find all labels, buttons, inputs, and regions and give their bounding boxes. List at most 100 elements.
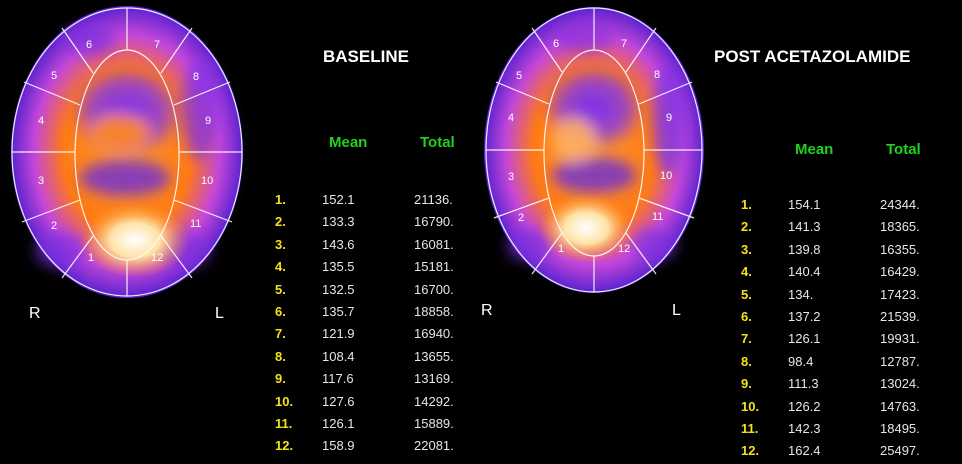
segment-label-6: 6 <box>553 38 559 50</box>
row-index: 6. <box>275 304 286 319</box>
row-index: 3. <box>741 241 752 257</box>
row-total-value: 15181. <box>414 259 454 275</box>
row-mean-value: 135.5 <box>322 259 355 275</box>
row-mean-value: 121.9 <box>322 326 355 342</box>
row-index: 5. <box>741 286 752 302</box>
post-left-label: L <box>672 302 681 319</box>
baseline-total-header: Total <box>420 134 455 151</box>
row-mean-value: 143.6 <box>322 236 355 252</box>
segment-label-6: 6 <box>86 39 92 51</box>
row-index: 5. <box>275 281 286 297</box>
row-index: 8. <box>275 348 286 364</box>
row-mean-value: 126.2 <box>788 398 821 414</box>
segment-label-5: 5 <box>51 70 57 82</box>
row-total-value: 22081. <box>414 438 454 454</box>
table-row: 3. 143.6 16081. <box>275 234 485 256</box>
segment-label-5: 5 <box>516 70 522 82</box>
segment-label-10: 10 <box>201 175 213 187</box>
table-row: 12. 162.4 25497. <box>741 440 951 462</box>
row-index: 1. <box>275 192 286 207</box>
row-total-value: 16790. <box>414 214 454 230</box>
row-index: 10. <box>275 393 294 409</box>
table-row: 5. 132.5 16700. <box>275 279 485 301</box>
row-total-value: 19931. <box>880 331 920 347</box>
row-index: 11. <box>275 416 293 431</box>
table-row: 10. 126.2 14763. <box>741 396 951 418</box>
segment-label-10: 10 <box>660 170 672 182</box>
baseline-right-label: R <box>29 305 41 322</box>
row-index: 9. <box>741 376 752 392</box>
row-index: 8. <box>741 353 752 369</box>
row-total-value: 21539. <box>880 309 920 324</box>
segment-label-9: 9 <box>205 115 211 127</box>
row-mean-value: 137.2 <box>788 309 821 324</box>
row-mean-value: 158.9 <box>322 438 355 454</box>
row-total-value: 16355. <box>880 241 920 257</box>
row-index: 4. <box>741 264 752 280</box>
post-mean-header: Mean <box>795 141 834 158</box>
row-total-value: 14763. <box>880 398 920 414</box>
row-total-value: 13169. <box>414 371 454 387</box>
row-mean-value: 126.1 <box>788 331 821 347</box>
row-total-value: 18495. <box>880 421 920 436</box>
row-index: 7. <box>275 326 286 342</box>
row-index: 10. <box>741 398 760 414</box>
row-mean-value: 134. <box>788 286 814 302</box>
segment-label-8: 8 <box>654 69 660 81</box>
post-acetazolamide-title: POST ACETAZOLAMIDE <box>714 47 911 66</box>
row-mean-value: 98.4 <box>788 353 814 369</box>
row-total-value: 18365. <box>880 219 920 235</box>
row-total-value: 21136. <box>414 192 453 207</box>
table-row: 2. 141.3 18365. <box>741 216 951 238</box>
row-index: 2. <box>275 214 286 230</box>
row-mean-value: 141.3 <box>788 219 821 235</box>
baseline-panel: 1 2 3 4 5 6 7 8 9 10 11 12 R L BASELINE … <box>0 0 480 464</box>
post-acetazolamide-panel: 1 2 3 4 5 6 7 8 9 10 11 12 R L POST ACET… <box>474 0 962 464</box>
row-total-value: 14292. <box>414 393 454 409</box>
segment-label-8: 8 <box>193 71 199 83</box>
post-total-header: Total <box>886 141 921 158</box>
baseline-left-label: L <box>215 305 224 322</box>
row-total-value: 18858. <box>414 304 454 319</box>
row-mean-value: 108.4 <box>322 348 355 364</box>
table-row: 3. 139.8 16355. <box>741 239 951 261</box>
row-mean-value: 126.1 <box>322 416 355 431</box>
segment-label-11: 11 <box>190 218 201 230</box>
row-mean-value: 135.7 <box>322 304 355 319</box>
segment-label-1: 1 <box>558 243 564 255</box>
post-right-label: R <box>481 302 493 319</box>
table-row: 2. 133.3 16790. <box>275 211 485 233</box>
segment-label-3: 3 <box>508 171 514 183</box>
row-index: 9. <box>275 371 286 387</box>
segment-label-11: 11 <box>652 211 663 223</box>
table-row: 4. 135.5 15181. <box>275 256 485 278</box>
segment-label-4: 4 <box>38 115 44 127</box>
table-row: 1. 154.1 24344. <box>741 194 951 216</box>
table-row: 5. 134. 17423. <box>741 284 951 306</box>
table-row: 7. 126.1 19931. <box>741 328 951 350</box>
table-row: 12. 158.9 22081. <box>275 435 485 457</box>
row-mean-value: 154.1 <box>788 197 821 212</box>
row-index: 3. <box>275 236 286 252</box>
row-mean-value: 152.1 <box>322 192 355 207</box>
baseline-mean-header: Mean <box>329 134 368 151</box>
segment-label-7: 7 <box>621 38 627 50</box>
row-mean-value: 162.4 <box>788 443 821 459</box>
row-total-value: 13024. <box>880 376 920 392</box>
segment-label-12: 12 <box>618 243 630 255</box>
row-total-value: 25497. <box>880 443 920 459</box>
row-total-value: 13655. <box>414 348 454 364</box>
table-row: 11. 126.1 15889. <box>275 413 485 435</box>
table-row: 7. 121.9 16940. <box>275 323 485 345</box>
row-total-value: 24344. <box>880 197 920 212</box>
baseline-title: BASELINE <box>323 47 409 66</box>
row-index: 12. <box>275 438 294 454</box>
post-acetazolamide-brain-scan: 1 2 3 4 5 6 7 8 9 10 11 12 <box>474 0 714 300</box>
table-row: 10. 127.6 14292. <box>275 391 485 413</box>
table-row: 8. 98.4 12787. <box>741 351 951 373</box>
row-mean-value: 133.3 <box>322 214 355 230</box>
row-total-value: 12787. <box>880 353 920 369</box>
row-total-value: 16429. <box>880 264 920 280</box>
row-index: 1. <box>741 197 752 212</box>
row-total-value: 16081. <box>414 236 454 252</box>
